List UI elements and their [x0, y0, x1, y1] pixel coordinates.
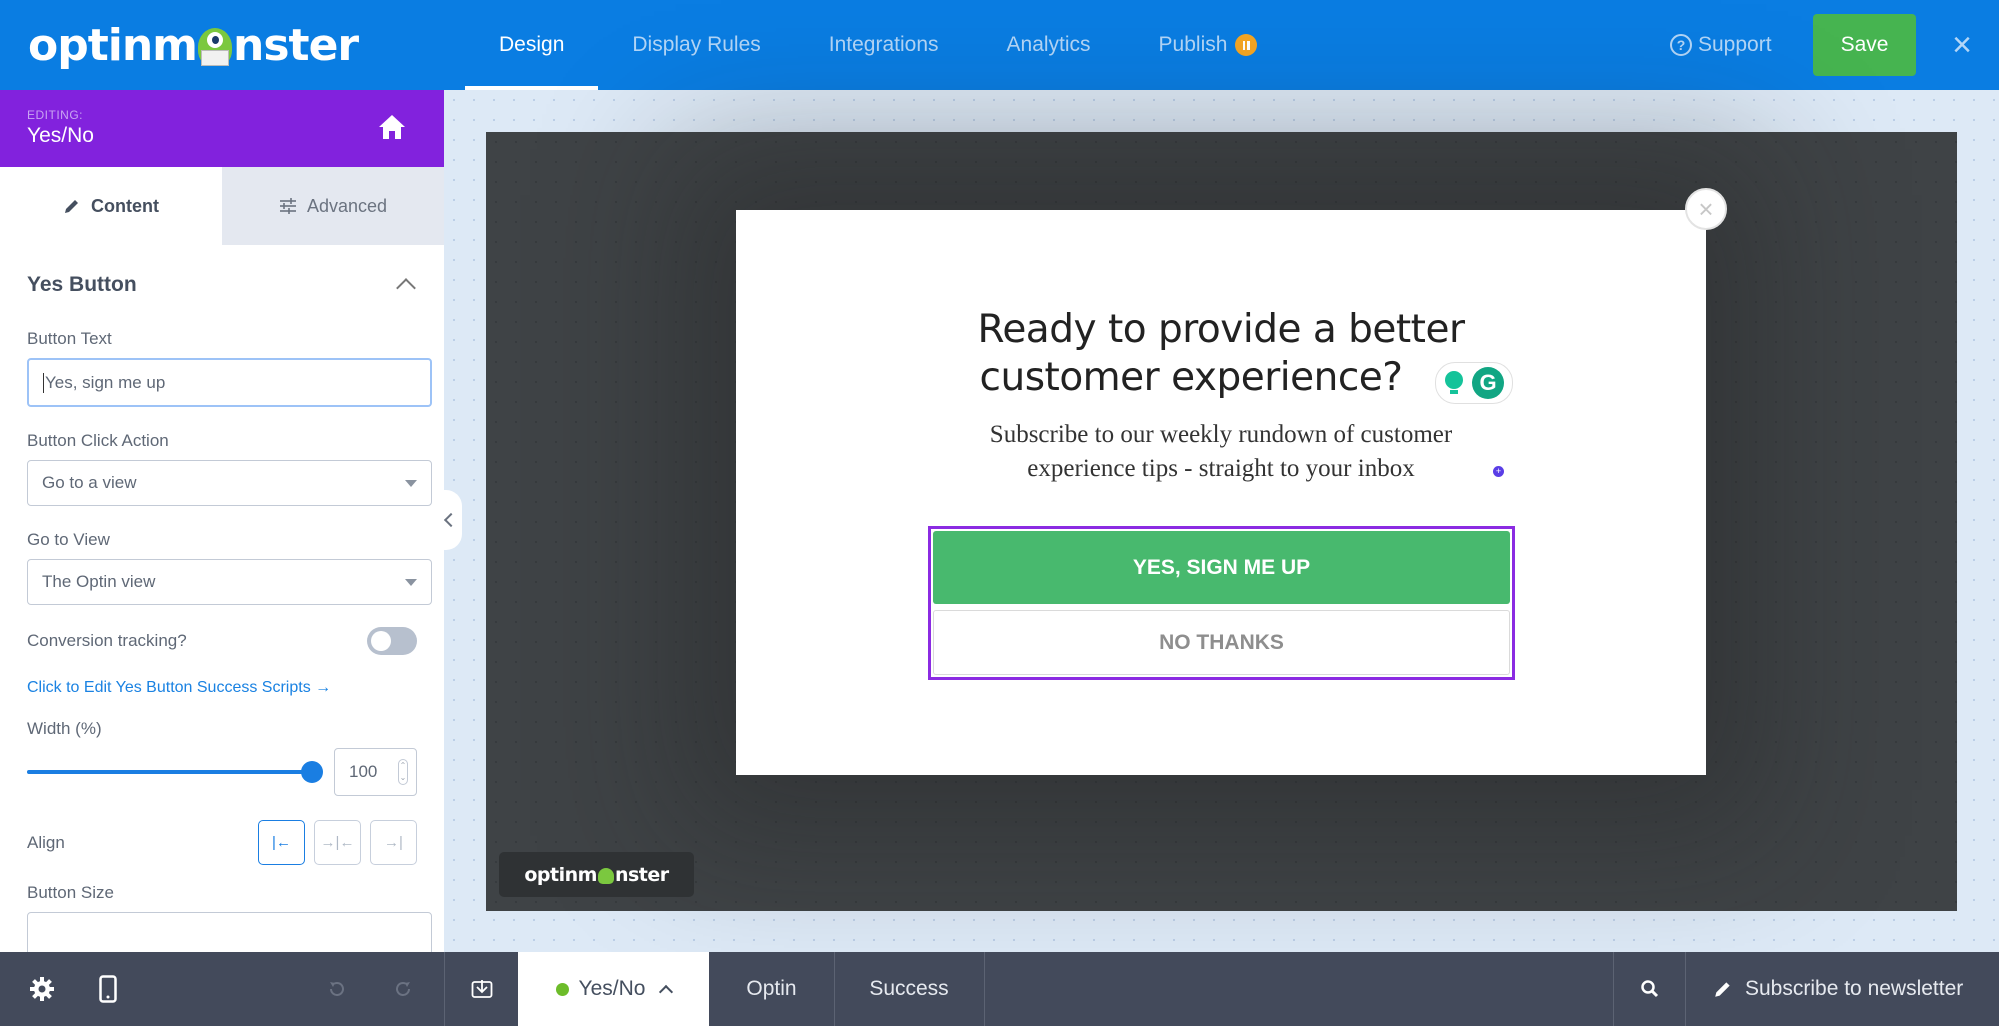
active-status-dot [555, 982, 569, 996]
pencil-icon [65, 200, 78, 213]
redo-button[interactable] [388, 952, 418, 1026]
nav-tab-display-rules[interactable]: Display Rules [598, 0, 794, 90]
lightbulb-icon [1444, 371, 1464, 395]
width-number-input[interactable]: 100 ⌃ ⌄ [334, 748, 417, 796]
mobile-icon [99, 975, 117, 1003]
dropdown-arrow-icon [405, 479, 417, 487]
nav-tab-publish[interactable]: Publish [1125, 0, 1292, 90]
align-right-button[interactable]: →| [370, 820, 417, 865]
view-tab-yes-no[interactable]: Yes/No [518, 952, 709, 1026]
nav-tab-integrations[interactable]: Integrations [795, 0, 973, 90]
button-click-action-select[interactable]: Go to a view [27, 460, 432, 506]
support-link[interactable]: ? Support [1670, 0, 1772, 90]
yes-button-section: Yes Button Button Text Yes, sign me up B… [0, 265, 444, 952]
button-size-select[interactable] [27, 912, 432, 952]
monster-mascot-icon [195, 22, 235, 68]
popup-close-icon[interactable]: × [1685, 188, 1727, 230]
gear-icon [30, 977, 54, 1001]
yes-button[interactable]: YES, SIGN ME UP [933, 531, 1510, 604]
popup-headline[interactable]: Ready to provide a better customer exper… [736, 306, 1706, 402]
save-template-button[interactable] [445, 952, 518, 1026]
pencil-icon [1715, 982, 1730, 997]
top-navigation-bar: optinm nster Design Display Rules Integr… [0, 0, 1999, 90]
align-left-button[interactable]: |← [258, 820, 305, 865]
stepper-icon[interactable]: ⌃ ⌄ [398, 759, 408, 785]
chevron-left-icon [443, 512, 459, 528]
search-button[interactable] [1614, 952, 1685, 1026]
help-circle-icon: ? [1670, 34, 1692, 56]
edit-success-scripts-link[interactable]: Click to Edit Yes Button Success Scripts… [27, 679, 417, 697]
download-tray-icon [471, 980, 492, 998]
tab-advanced[interactable]: Advanced [222, 167, 444, 245]
view-tab-optin[interactable]: Optin [709, 952, 834, 1026]
editor-sidebar: EDITING: Yes/No Content Advanced Yes But… [0, 90, 444, 952]
collapse-sidebar-handle[interactable] [436, 490, 462, 550]
mobile-preview-button[interactable] [90, 952, 126, 1026]
settings-button[interactable] [22, 952, 62, 1026]
chevron-up-icon [659, 984, 674, 1000]
add-element-icon[interactable]: + [1493, 466, 1504, 477]
close-icon[interactable]: × [1945, 25, 1979, 65]
editing-header: EDITING: Yes/No [0, 90, 444, 167]
bottom-toolbar: Yes/No Optin Success Subscribe to newsle… [0, 952, 1999, 1026]
search-icon [1640, 980, 1658, 998]
align-center-button[interactable]: →|← [314, 820, 361, 865]
sidebar-tabs: Content Advanced [0, 167, 444, 245]
nav-tab-analytics[interactable]: Analytics [973, 0, 1125, 90]
yes-no-button-group[interactable]: YES, SIGN ME UP NO THANKS [928, 526, 1515, 680]
optinmonster-logo[interactable]: optinm nster [28, 18, 359, 72]
slider-thumb[interactable] [301, 761, 323, 783]
no-thanks-button[interactable]: NO THANKS [933, 610, 1510, 675]
popup-subtext[interactable]: Subscribe to our weekly rundown of custo… [736, 418, 1706, 486]
main-nav: Design Display Rules Integrations Analyt… [465, 0, 1291, 90]
conversion-tracking-toggle[interactable] [367, 627, 417, 655]
button-text-input[interactable]: Yes, sign me up [27, 358, 432, 407]
align-buttons: |← →|← →| [258, 820, 417, 865]
save-button[interactable]: Save [1813, 14, 1916, 76]
nav-tab-design[interactable]: Design [465, 0, 599, 90]
chevron-up-icon[interactable] [396, 278, 416, 298]
view-tab-success[interactable]: Success [835, 952, 983, 1026]
undo-icon [330, 982, 344, 996]
grammarly-icon: G [1472, 367, 1504, 399]
width-slider[interactable] [27, 759, 323, 785]
popup-preview: Ready to provide a better customer exper… [736, 210, 1706, 775]
redo-icon [396, 982, 410, 996]
tab-content[interactable]: Content [0, 167, 222, 245]
dropdown-arrow-icon [405, 578, 417, 586]
home-icon[interactable] [378, 114, 406, 140]
grammarly-widget[interactable]: G [1435, 362, 1513, 404]
undo-button[interactable] [322, 952, 352, 1026]
campaign-name-edit[interactable]: Subscribe to newsletter [1713, 952, 1963, 1026]
monster-mascot-icon [597, 867, 614, 884]
editing-view-name: Yes/No [27, 124, 94, 147]
pause-icon [1235, 34, 1258, 56]
go-to-view-select[interactable]: The Optin view [27, 559, 432, 605]
section-header[interactable]: Yes Button [27, 265, 417, 305]
sliders-icon [279, 198, 296, 214]
powered-by-badge[interactable]: optinm nster [499, 852, 694, 897]
